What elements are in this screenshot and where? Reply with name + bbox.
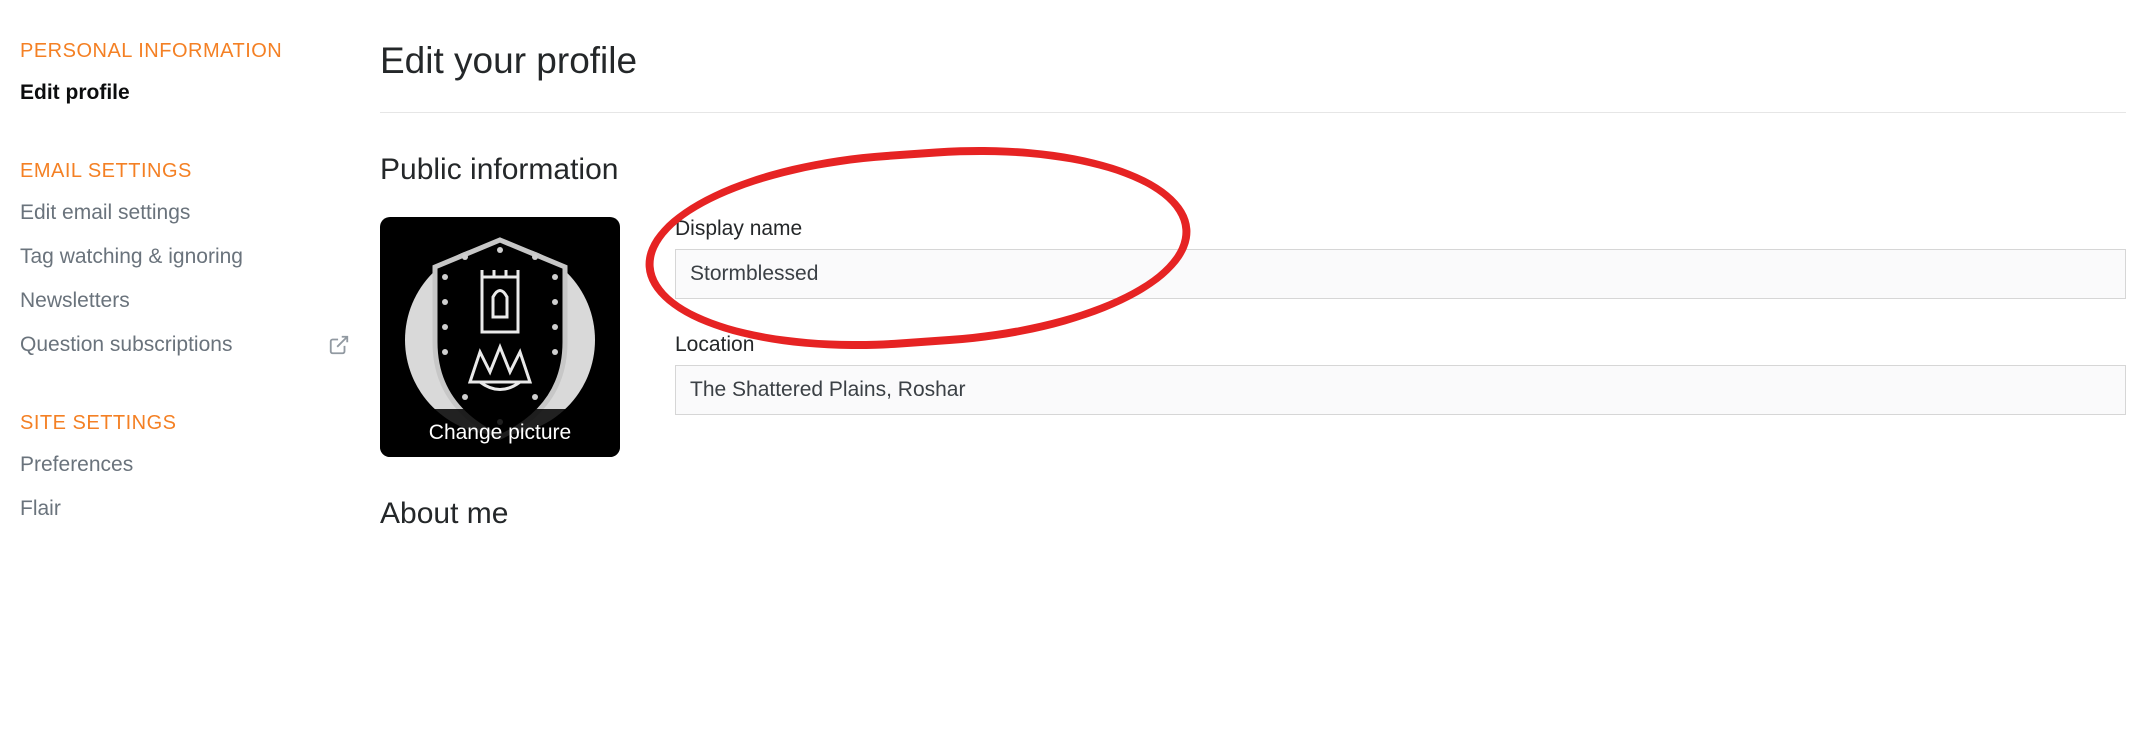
sidebar-item-label: Question subscriptions bbox=[20, 333, 232, 357]
sidebar-item-preferences[interactable]: Preferences bbox=[20, 453, 350, 477]
display-name-input[interactable] bbox=[675, 249, 2126, 299]
sidebar-item-label: Preferences bbox=[20, 453, 133, 477]
sidebar-section-site: SITE SETTINGS Preferences Flair bbox=[20, 412, 350, 521]
sidebar-item-tag-watching[interactable]: Tag watching & ignoring bbox=[20, 245, 350, 269]
profile-fields: Display name Location bbox=[675, 217, 2126, 449]
sidebar-item-flair[interactable]: Flair bbox=[20, 497, 350, 521]
sidebar-item-newsletters[interactable]: Newsletters bbox=[20, 289, 350, 313]
sidebar-section-title-site: SITE SETTINGS bbox=[20, 412, 350, 435]
sidebar-item-label: Edit email settings bbox=[20, 201, 190, 225]
display-name-label: Display name bbox=[675, 217, 2126, 241]
location-label: Location bbox=[675, 333, 2126, 357]
location-input[interactable] bbox=[675, 365, 2126, 415]
page-title: Edit your profile bbox=[380, 40, 2126, 82]
sidebar-section-title-email: EMAIL SETTINGS bbox=[20, 160, 350, 183]
main-content: Edit your profile Public information bbox=[380, 40, 2126, 531]
sidebar-item-edit-profile[interactable]: Edit profile bbox=[20, 81, 350, 105]
sidebar-item-question-subscriptions[interactable]: Question subscriptions bbox=[20, 333, 350, 357]
display-name-field-block: Display name bbox=[675, 217, 2126, 299]
sidebar-item-label: Newsletters bbox=[20, 289, 130, 313]
sidebar-section-title-personal: PERSONAL INFORMATION bbox=[20, 40, 350, 63]
location-field-block: Location bbox=[675, 333, 2126, 415]
settings-sidebar: PERSONAL INFORMATION Edit profile EMAIL … bbox=[20, 40, 350, 531]
sidebar-item-edit-email[interactable]: Edit email settings bbox=[20, 201, 350, 225]
sidebar-item-label: Edit profile bbox=[20, 81, 130, 105]
external-link-icon bbox=[328, 334, 350, 356]
sidebar-section-email: EMAIL SETTINGS Edit email settings Tag w… bbox=[20, 160, 350, 357]
divider bbox=[380, 112, 2126, 113]
change-picture-label: Change picture bbox=[380, 409, 620, 457]
sidebar-section-personal: PERSONAL INFORMATION Edit profile bbox=[20, 40, 350, 105]
sidebar-item-label: Tag watching & ignoring bbox=[20, 245, 243, 269]
public-info-heading: Public information bbox=[380, 153, 2126, 187]
public-info-block: Change picture Display name Location bbox=[380, 217, 2126, 457]
about-me-heading: About me bbox=[380, 497, 2126, 531]
avatar-change-picture[interactable]: Change picture bbox=[380, 217, 620, 457]
sidebar-item-label: Flair bbox=[20, 497, 61, 521]
